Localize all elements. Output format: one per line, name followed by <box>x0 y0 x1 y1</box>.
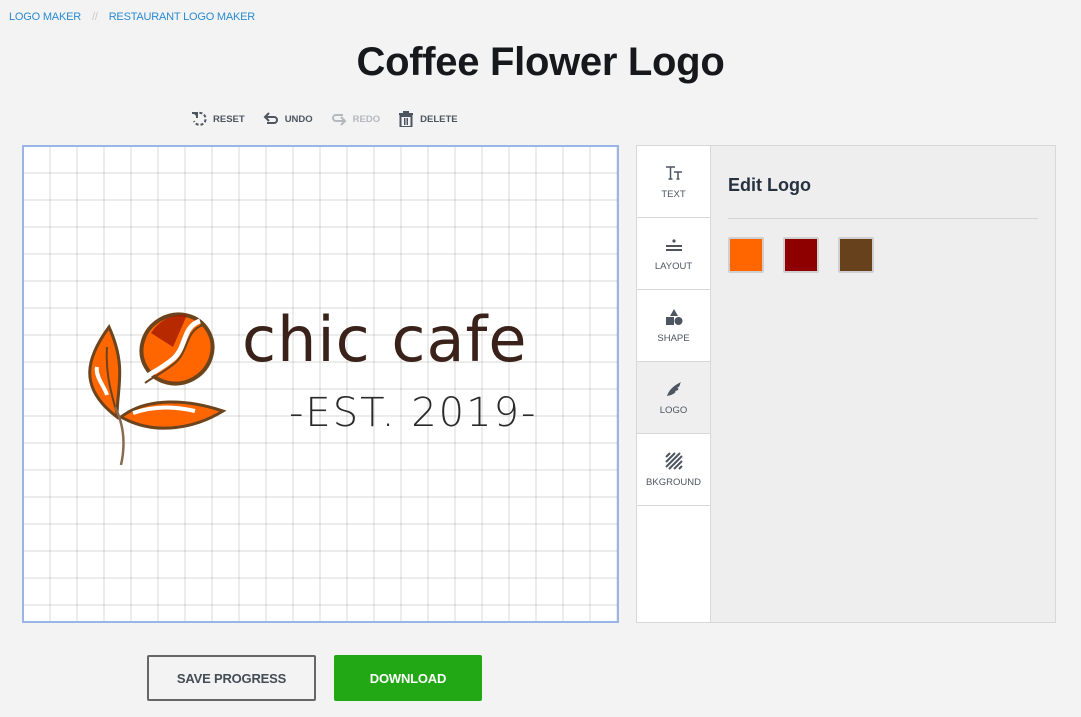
background-icon <box>664 451 683 470</box>
reset-button[interactable]: RESET <box>191 111 245 127</box>
tab-logo-label: LOGO <box>659 404 688 416</box>
tab-shape-label: SHAPE <box>657 332 690 344</box>
download-button[interactable]: DOWNLOAD <box>334 655 482 701</box>
tab-layout-label: LAYOUT <box>654 260 693 272</box>
page-title: Coffee Flower Logo <box>356 40 725 84</box>
logo-name-text[interactable]: chic cafe <box>242 309 527 371</box>
shapes-icon <box>665 308 682 325</box>
redo-icon <box>331 114 347 126</box>
edit-logo-panel: Edit Logo <box>710 145 1056 623</box>
tab-background[interactable]: BKGROUND <box>637 434 710 506</box>
tab-shape[interactable]: SHAPE <box>637 290 710 362</box>
breadcrumb: LOGO MAKER // RESTAURANT LOGO MAKER <box>9 11 255 23</box>
redo-label: REDO <box>352 113 381 125</box>
redo-button[interactable]: REDO <box>331 111 380 127</box>
tab-text-label: TEXT <box>661 188 686 200</box>
tab-text[interactable]: TEXT <box>637 146 710 218</box>
layout-icon <box>665 238 682 251</box>
delete-button[interactable]: DELETE <box>398 111 458 127</box>
save-progress-button[interactable]: SAVE PROGRESS <box>147 655 316 701</box>
edit-panel-title: Edit Logo <box>728 175 811 195</box>
breadcrumb-separator: // <box>91 11 98 23</box>
trash-icon <box>399 111 414 127</box>
color-swatch-dark-red[interactable] <box>783 237 819 273</box>
tab-layout[interactable]: LAYOUT <box>637 218 710 290</box>
breadcrumb-logo-maker[interactable]: LOGO MAKER <box>9 11 81 23</box>
reset-label: RESET <box>213 113 245 125</box>
tab-logo[interactable]: LOGO <box>637 362 710 434</box>
text-size-icon <box>665 165 682 180</box>
color-swatch-brown[interactable] <box>838 237 874 273</box>
divider <box>728 218 1038 219</box>
logo-tagline-text[interactable]: -EST. 2019- <box>289 393 537 433</box>
color-swatches <box>728 237 874 273</box>
reset-icon <box>192 111 207 126</box>
undo-icon <box>263 112 278 124</box>
logo-canvas[interactable]: chic cafe -EST. 2019- <box>22 145 619 623</box>
editor-toolbar: RESET UNDO REDO DELETE <box>191 111 458 127</box>
coffee-flower-icon[interactable] <box>77 307 227 467</box>
undo-label: UNDO <box>284 113 313 125</box>
delete-label: DELETE <box>420 113 458 125</box>
breadcrumb-restaurant-logo-maker[interactable]: RESTAURANT LOGO MAKER <box>109 11 256 23</box>
tab-background-label: BKGROUND <box>646 476 701 488</box>
undo-button[interactable]: UNDO <box>263 111 313 127</box>
logo-icon <box>666 381 681 396</box>
color-swatch-orange[interactable] <box>728 237 764 273</box>
editor-side-tabs: TEXT LAYOUT SHAPE LOGO BKGROUND <box>636 145 710 623</box>
